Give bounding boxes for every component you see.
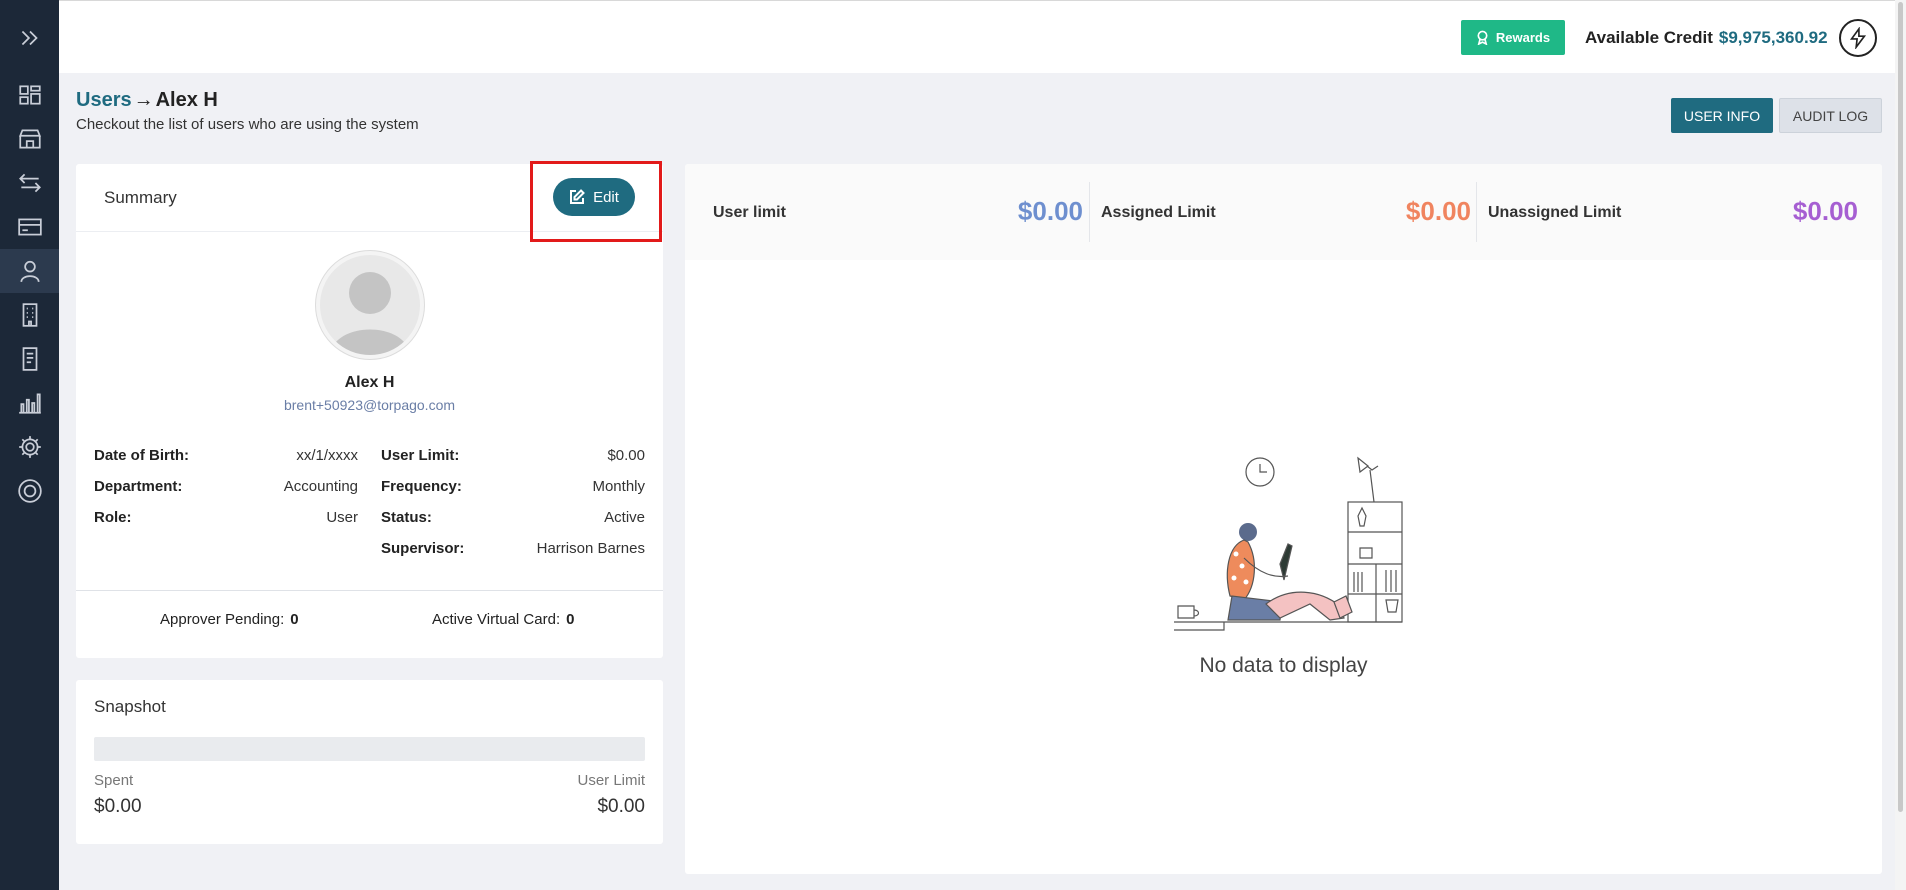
spend-progress-bar [94,737,645,761]
field-date-of-birth: Date of Birth: xx/1/xxxx [94,447,358,467]
edit-icon [570,189,585,204]
tab-audit-log[interactable]: AUDIT LOG [1779,98,1882,133]
approver-pending-stat: Approver Pending: 0 [160,611,299,628]
empty-state-illustration [1174,456,1403,631]
field-label: User Limit: [381,447,460,464]
limits-panel: User limit $0.00 Assigned Limit $0.00 Un… [685,164,1882,874]
user-email: brent+50923@torpago.com [283,397,456,413]
edit-button[interactable]: Edit [553,178,635,216]
user-limit-value: $0.00 [597,796,645,817]
bolt-icon[interactable] [1839,19,1877,57]
limit-assigned: Assigned Limit $0.00 [1101,182,1471,242]
gear-icon [18,436,41,458]
tab-user-info[interactable]: USER INFO [1671,98,1773,133]
summary-title: Summary [104,188,177,207]
breadcrumb-current: Alex H [155,89,218,111]
sidebar-item-help[interactable] [0,469,59,513]
sidebar-item-cards[interactable] [0,205,59,249]
help-icon [17,479,42,503]
field-label: Supervisor: [381,540,465,557]
field-label: Department: [94,478,183,495]
field-department: Department: Accounting [94,478,358,498]
approver-pending-value: 0 [290,611,299,628]
field-value: Harrison Barnes [536,540,645,557]
field-label: Frequency: [381,478,462,495]
divider [1089,182,1090,242]
spent-value: $0.00 [94,796,142,817]
field-status: Status: Active [381,509,645,529]
snapshot-title: Snapshot [94,697,166,716]
credit-card-icon [17,218,42,236]
scrollbar-thumb[interactable] [1898,2,1903,812]
transfer-arrows-icon [18,173,41,193]
field-label: Status: [381,509,432,526]
sidebar-item-companies[interactable] [0,293,59,337]
snapshot-card: Snapshot Spent User Limit $0.00 $0.00 [76,680,663,844]
rewards-label: Rewards [1495,30,1551,45]
rewards-button[interactable]: Rewards [1461,20,1565,55]
sidebar-item-users[interactable] [0,249,59,293]
page-scrollbar[interactable] [1895,0,1906,890]
field-value: User [326,509,358,526]
field-label: Date of Birth: [94,447,189,464]
sidebar-item-store[interactable] [0,117,59,161]
sidebar-item-dashboard[interactable] [0,73,59,117]
document-icon [22,347,37,371]
expand-sidebar-button[interactable] [0,16,59,60]
sidebar-item-settings[interactable] [0,425,59,469]
bar-chart-icon [18,393,41,414]
top-bar: Rewards Available Credit $9,975,360.92 [59,0,1906,73]
field-value: Monthly [592,478,645,495]
breadcrumb: Users → Alex H [76,89,218,112]
credit-amount: $9,975,360.92 [1718,28,1828,47]
field-value: $0.00 [607,447,645,464]
field-supervisor: Supervisor: Harrison Barnes [381,540,645,560]
active-virtual-card-label: Active Virtual Card: [432,611,561,628]
limit-unassigned: Unassigned Limit $0.00 [1488,182,1858,242]
store-icon [18,129,41,149]
field-value: Active [604,509,645,526]
sidebar-item-transfers[interactable] [0,161,59,205]
user-limit-label: User Limit [577,772,645,789]
active-virtual-card-stat: Active Virtual Card: 0 [432,611,574,628]
limits-summary: User limit $0.00 Assigned Limit $0.00 Un… [685,164,1882,260]
limit-value: $0.00 [1405,196,1471,226]
award-icon [1477,30,1488,45]
sidebar-item-documents[interactable] [0,337,59,381]
field-frequency: Frequency: Monthly [381,478,645,498]
limit-label: Unassigned Limit [1488,204,1622,221]
field-user-limit: User Limit: $0.00 [381,447,645,467]
field-value: xx/1/xxxx [296,447,358,464]
divider [76,590,663,591]
field-label: Role: [94,509,132,526]
limit-user: User limit $0.00 [713,182,1083,242]
available-credit: Available Credit $9,975,360.92 [1585,28,1828,48]
edit-label: Edit [593,188,619,206]
summary-card: Summary Edit Alex H brent+50923@torpago.… [76,161,663,658]
empty-state-text: No data to display [1199,654,1368,677]
limit-label: User limit [713,204,786,221]
divider [1476,182,1477,242]
field-role: Role: User [94,509,358,529]
avatar [316,251,424,359]
limit-label: Assigned Limit [1101,204,1216,221]
approver-pending-label: Approver Pending: [160,611,285,628]
limit-value: $0.00 [1792,196,1858,226]
breadcrumb-arrow-icon: → [133,89,154,111]
sidebar-item-reports[interactable] [0,381,59,425]
field-value: Accounting [283,478,358,495]
dashboard-icon [18,85,41,105]
credit-label: Available Credit [1585,28,1713,47]
expand-chevrons-icon [21,30,38,46]
avatar-placeholder-icon [330,272,410,355]
sidebar [0,0,59,890]
user-icon [19,260,40,283]
spent-label: Spent [94,772,134,789]
building-icon [22,303,37,327]
page-subtitle: Checkout the list of users who are using… [76,116,419,133]
breadcrumb-users-link[interactable]: Users [76,89,132,111]
limit-value: $0.00 [1017,196,1083,226]
user-name: Alex H [344,374,395,391]
active-virtual-card-value: 0 [566,611,575,628]
